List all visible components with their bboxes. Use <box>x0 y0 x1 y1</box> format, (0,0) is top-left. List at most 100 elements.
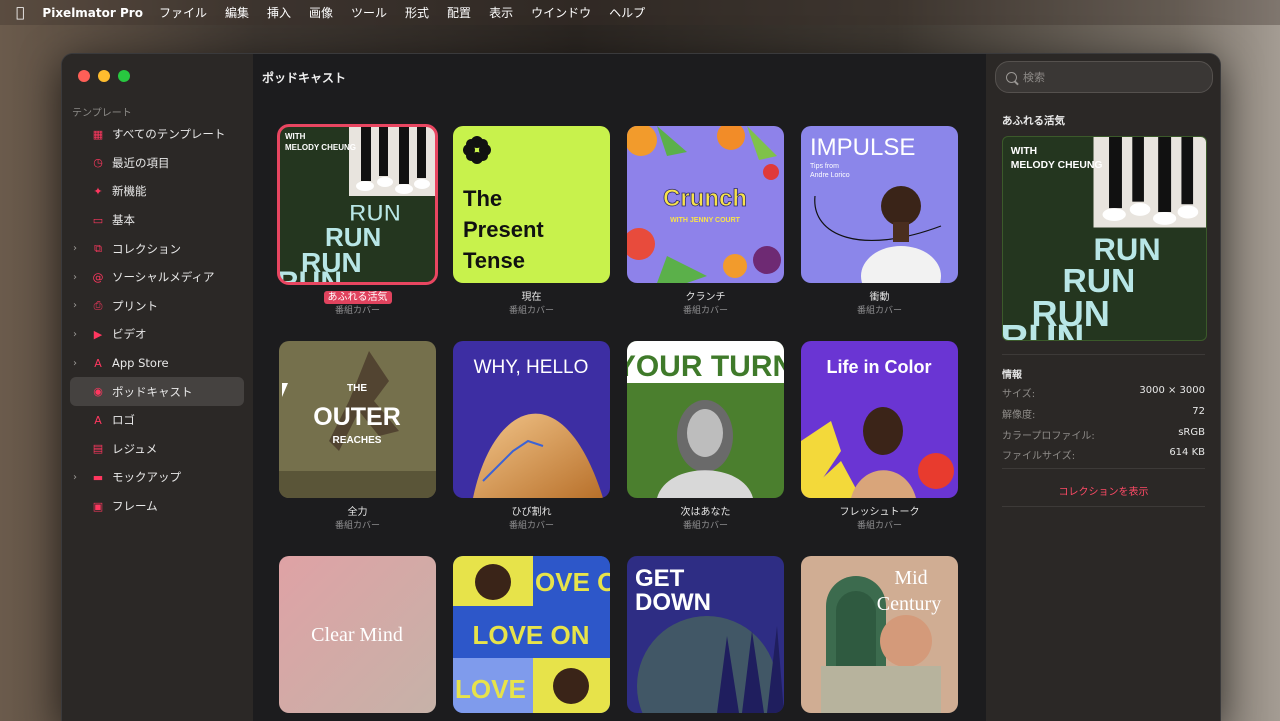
sidebar-item-logo[interactable]: A ロゴ <box>70 406 244 435</box>
search-field[interactable]: 検索 <box>995 61 1213 93</box>
sidebar-item-label: 基本 <box>112 213 135 228</box>
cover-text: DOWN <box>635 589 711 616</box>
template-thumbnail[interactable]: Clear Mind <box>279 556 436 713</box>
sidebar-item-basic[interactable]: ▭ 基本 <box>70 206 244 235</box>
sidebar-item-recent[interactable]: ◷ 最近の項目 <box>70 149 244 178</box>
sidebar-item-new-features[interactable]: ✦ 新機能 <box>70 177 244 206</box>
collection-icon: ⧉ <box>94 241 102 255</box>
chevron-right-icon[interactable]: › <box>73 243 85 254</box>
template-thumbnail[interactable]: The Present Tense <box>453 126 610 283</box>
info-key: サイズ: <box>1002 389 1036 400</box>
template-name: フレッシュトーク <box>839 507 920 518</box>
menu-insert[interactable]: 挿入 <box>267 4 291 21</box>
menu-view[interactable]: 表示 <box>489 4 513 21</box>
cover-text: Mid <box>894 567 927 589</box>
divider <box>1002 354 1205 355</box>
chevron-right-icon[interactable]: › <box>73 329 85 340</box>
template-card[interactable]: GET DOWN <box>627 556 784 713</box>
info-key: 解像度: <box>1002 410 1036 421</box>
menu-window[interactable]: ウインドウ <box>531 4 591 21</box>
sidebar-item-mockup[interactable]: › ▬ モックアップ <box>70 463 244 492</box>
template-name: 全力 <box>347 507 368 518</box>
template-thumbnail[interactable]: YOUR TURN <box>627 341 784 498</box>
mouse-pointer-icon <box>282 383 288 397</box>
cover-text: Clear Mind <box>311 624 403 646</box>
chevron-right-icon[interactable]: › <box>73 272 85 283</box>
template-card[interactable]: IMPULSE Tips from Andre Lorico 衝動 番組カバー <box>801 126 958 316</box>
template-thumbnail[interactable]: WITH MELODY CHEUNG RUN RUN RUN RUN <box>277 124 438 285</box>
chevron-right-icon[interactable]: › <box>73 300 85 311</box>
template-thumbnail[interactable]: Crunch WITH JENNY COURT <box>627 126 784 283</box>
printer-icon: ⎙ <box>93 298 103 312</box>
menu-format[interactable]: 形式 <box>405 4 429 21</box>
info-key: ファイルサイズ: <box>1002 451 1076 462</box>
apple-menu-icon[interactable]:  <box>16 5 24 21</box>
close-button[interactable] <box>78 70 90 82</box>
template-card[interactable]: Crunch WITH JENNY COURT クランチ 番組カバー <box>627 126 784 316</box>
cover-text: Tense <box>463 248 525 273</box>
mockup-icon: ▬ <box>92 470 104 484</box>
app-menu[interactable]: Pixelmator Pro <box>42 6 143 20</box>
template-thumbnail[interactable]: IMPULSE Tips from Andre Lorico <box>801 126 958 283</box>
clock-icon: ◷ <box>93 156 103 170</box>
search-input[interactable]: 検索 <box>1023 69 1045 85</box>
template-card[interactable]: WITH MELODY CHEUNG RUN RUN RUN RUN あふれる活… <box>277 124 438 316</box>
chevron-right-icon[interactable]: › <box>73 472 85 483</box>
minimize-button[interactable] <box>98 70 110 82</box>
template-thumbnail[interactable]: Mid Century <box>801 556 958 713</box>
template-card[interactable]: OVE ON LOVE ON LOVE O <box>453 556 610 713</box>
sidebar-item-label: レジュメ <box>112 441 158 456</box>
template-card[interactable]: Clear Mind <box>279 556 436 713</box>
template-card[interactable]: WHY, HELLO ひび割れ 番組カバー <box>453 341 610 531</box>
menu-file[interactable]: ファイル <box>159 4 207 21</box>
sidebar-item-app-store[interactable]: › A App Store <box>70 349 244 378</box>
sidebar-item-all-templates[interactable]: ▦ すべてのテンプレート <box>70 120 244 149</box>
menu-help[interactable]: ヘルプ <box>609 4 645 21</box>
sidebar-item-label: ソーシャルメディア <box>112 270 215 285</box>
cover-text: OUTER <box>313 403 401 431</box>
sidebar-item-label: プリント <box>112 298 158 313</box>
template-thumbnail[interactable]: WHY, HELLO <box>453 341 610 498</box>
template-thumbnail[interactable]: GET DOWN <box>627 556 784 713</box>
your-turn-cover-art: YOUR TURN <box>627 341 784 498</box>
sidebar-item-frame[interactable]: ▣ フレーム <box>70 492 244 521</box>
sidebar-item-social-media[interactable]: › @ ソーシャルメディア <box>70 263 244 292</box>
cover-text: YOUR TURN <box>627 350 784 383</box>
menu-arrange[interactable]: 配置 <box>447 4 471 21</box>
template-thumbnail[interactable]: Life in Color <box>801 341 958 498</box>
template-name: 衝動 <box>869 292 890 303</box>
template-card[interactable]: Mid Century <box>801 556 958 713</box>
template-card[interactable]: The Present Tense 現在 番組カバー <box>453 126 610 316</box>
cover-text: Present <box>463 217 544 242</box>
menu-edit[interactable]: 編集 <box>225 4 249 21</box>
cover-text: Tips from <box>810 163 839 170</box>
template-category: 番組カバー <box>508 521 554 531</box>
info-value: 614 KB <box>1169 447 1205 458</box>
grid-icon: ▦ <box>92 127 104 141</box>
template-card[interactable]: THE OUTER REACHES 全力 番組カバー <box>279 341 436 531</box>
info-row-resolution: 解像度: 72 <box>1002 406 1205 421</box>
menu-tools[interactable]: ツール <box>351 4 387 21</box>
sidebar-item-print[interactable]: › ⎙ プリント <box>70 292 244 321</box>
show-collection-link[interactable]: コレクションを表示 <box>1002 483 1205 498</box>
sidebar-item-podcast[interactable]: ◉ ポッドキャスト <box>70 377 244 406</box>
template-category: 番組カバー <box>508 306 554 316</box>
outer-cover-art: THE OUTER REACHES <box>279 351 436 498</box>
menu-image[interactable]: 画像 <box>309 4 333 21</box>
template-category: 番組カバー <box>856 306 902 316</box>
zoom-button[interactable] <box>118 70 130 82</box>
template-category: 番組カバー <box>334 306 380 316</box>
run-cover-art: WITH MELODY CHEUNG RUN RUN RUN RUN <box>279 126 436 283</box>
template-thumbnail[interactable]: THE OUTER REACHES <box>279 341 436 498</box>
life-in-color-cover-art: Life in Color <box>801 357 954 498</box>
template-card[interactable]: YOUR TURN 次はあなた 番組カバー <box>627 341 784 531</box>
sidebar-item-collections[interactable]: › ⧉ コレクション <box>70 234 244 263</box>
template-thumbnail[interactable]: OVE ON LOVE ON LOVE O <box>453 556 610 713</box>
cover-text: WITH JENNY COURT <box>670 217 741 224</box>
template-card[interactable]: Life in Color フレッシュトーク 番組カバー <box>801 341 958 531</box>
sidebar-item-resume[interactable]: ▤ レジュメ <box>70 435 244 464</box>
template-category: 番組カバー <box>856 521 902 531</box>
chevron-right-icon[interactable]: › <box>73 358 85 369</box>
sidebar-item-video[interactable]: › ▶ ビデオ <box>70 320 244 349</box>
sidebar-section-label: テンプレート <box>72 108 132 119</box>
